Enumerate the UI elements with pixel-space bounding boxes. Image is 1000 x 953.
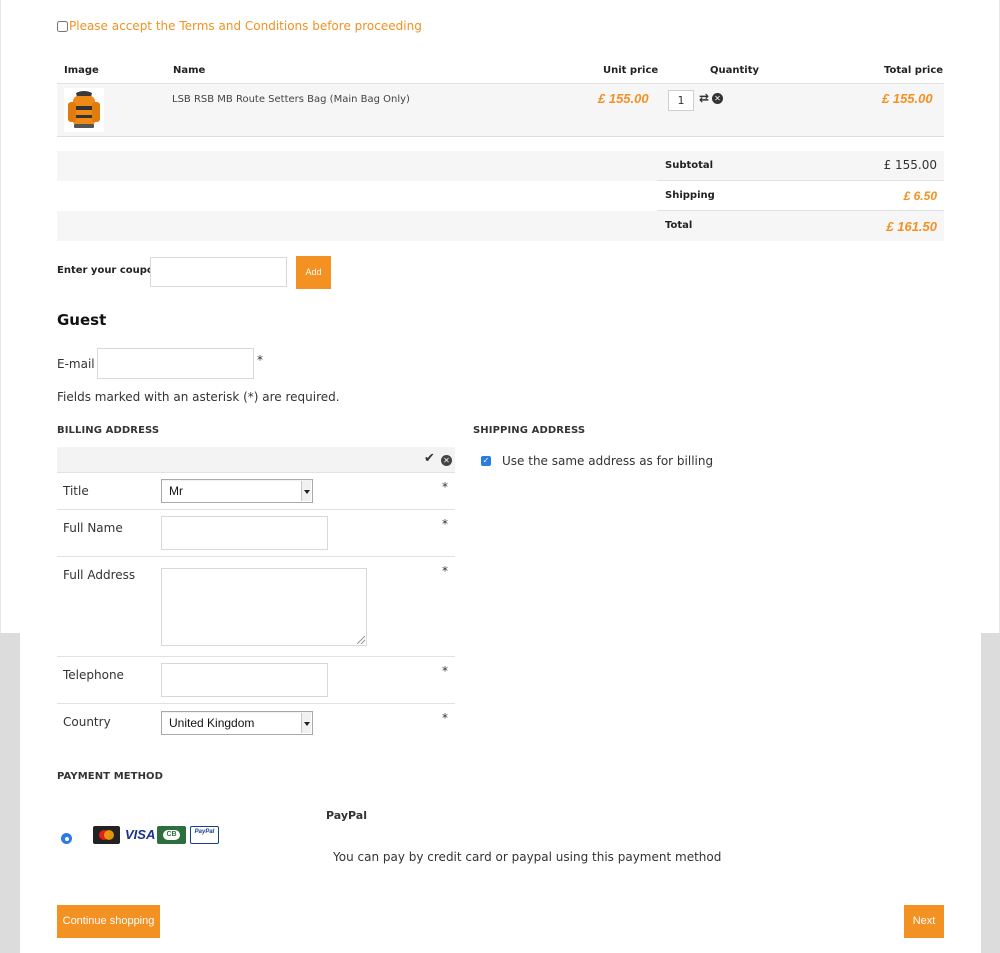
billing-row-title: Title Mr * — [57, 473, 455, 510]
resize-grip-icon[interactable] — [357, 636, 365, 644]
same-address-checkbox-row[interactable]: ✓ Use the same address as for billing — [481, 454, 713, 468]
guest-title: Guest — [57, 311, 107, 329]
total-row: Total £ 161.50 — [57, 211, 944, 241]
title-select[interactable]: Mr — [161, 479, 313, 503]
total-value: £ 161.50 — [886, 219, 937, 234]
paypal-radio[interactable] — [61, 833, 72, 844]
shipping-value: £ 6.50 — [903, 189, 937, 203]
telephone-input[interactable] — [161, 663, 328, 697]
add-coupon-button[interactable]: Add — [296, 256, 331, 289]
continue-shopping-button[interactable]: Continue shopping — [57, 905, 160, 938]
required-asterisk: * — [442, 664, 448, 678]
cancel-icon[interactable]: ✕ — [441, 455, 452, 466]
background-band-left — [0, 633, 20, 953]
product-name[interactable]: LSB RSB MB Route Setters Bag (Main Bag O… — [172, 94, 410, 105]
fullname-input[interactable] — [161, 516, 328, 550]
same-address-label: Use the same address as for billing — [502, 454, 714, 468]
shipping-address-heading: SHIPPING ADDRESS — [473, 425, 586, 436]
cb-card-icon: CB — [157, 826, 186, 844]
billing-address-heading: BILLING ADDRESS — [57, 425, 160, 436]
required-asterisk: * — [442, 517, 448, 531]
same-address-checkbox[interactable]: ✓ — [481, 456, 491, 466]
subtotal-value: £ 155.00 — [883, 158, 937, 172]
payment-method-name: PayPal — [326, 809, 367, 822]
billing-row-fullname: Full Name * — [57, 510, 455, 557]
next-button[interactable]: Next — [904, 905, 944, 938]
coupon-label: Enter your coupon — [57, 265, 161, 276]
billing-row-address: Full Address * — [57, 557, 455, 657]
required-asterisk: * — [442, 480, 448, 494]
check-icon[interactable]: ✔ — [424, 451, 435, 466]
col-quantity-header: Quantity — [710, 65, 759, 76]
chevron-down-icon — [301, 481, 311, 501]
billing-row-country: Country United Kingdom * — [57, 704, 455, 746]
background-band-right — [981, 633, 1000, 953]
terms-label: Please accept the Terms and Conditions b… — [69, 19, 422, 33]
remove-icon[interactable]: ✕ — [712, 93, 723, 104]
page-left-edge — [0, 0, 1, 633]
subtotal-label: Subtotal — [665, 160, 714, 171]
quantity-input[interactable]: 1 — [668, 90, 694, 111]
cart-table-header: Image Name Unit price Quantity Total pri… — [57, 60, 944, 84]
shipping-label: Shipping — [665, 190, 715, 201]
cart-item-row: LSB RSB MB Route Setters Bag (Main Bag O… — [57, 84, 944, 137]
fullname-label: Full Name — [63, 521, 123, 535]
mastercard-icon — [93, 826, 120, 844]
refresh-icon[interactable]: ⇄ — [699, 91, 709, 105]
email-input[interactable] — [97, 348, 254, 379]
chevron-down-icon — [301, 713, 311, 733]
required-asterisk: * — [442, 711, 448, 725]
country-label: Country — [63, 715, 111, 729]
subtotal-row: Subtotal £ 155.00 — [57, 151, 944, 181]
orange-backpack-image[interactable] — [64, 88, 104, 132]
email-label: E-mail — [57, 357, 95, 371]
required-asterisk: * — [442, 564, 448, 578]
payment-method-description: You can pay by credit card or paypal usi… — [333, 850, 722, 864]
coupon-input[interactable] — [150, 257, 287, 287]
col-unit-price-header: Unit price — [603, 65, 659, 76]
paypal-card-icon: PayPal — [190, 826, 219, 844]
unit-price: £ 155.00 — [598, 91, 649, 106]
item-total-price: £ 155.00 — [882, 91, 933, 106]
col-name-header: Name — [173, 65, 206, 76]
col-total-price-header: Total price — [884, 65, 944, 76]
address-label: Full Address — [63, 568, 136, 582]
visa-icon: VISA — [125, 827, 156, 842]
terms-checkbox[interactable] — [57, 20, 68, 32]
col-image-header: Image — [64, 65, 99, 76]
address-textarea[interactable] — [161, 568, 367, 646]
billing-table-header: ✔ ✕ — [57, 447, 455, 473]
title-select-value: Mr — [169, 484, 183, 498]
country-select[interactable]: United Kingdom — [161, 711, 313, 735]
billing-row-telephone: Telephone * — [57, 657, 455, 704]
payment-method-heading: PAYMENT METHOD — [57, 771, 164, 782]
required-note: Fields marked with an asterisk (*) are r… — [57, 390, 340, 404]
telephone-label: Telephone — [63, 668, 124, 682]
title-label: Title — [63, 484, 89, 498]
terms-checkbox-row[interactable]: Please accept the Terms and Conditions b… — [57, 19, 422, 33]
shipping-row: Shipping £ 6.50 — [57, 181, 944, 211]
total-label: Total — [665, 220, 693, 231]
required-asterisk: * — [257, 353, 263, 367]
country-select-value: United Kingdom — [169, 716, 255, 730]
